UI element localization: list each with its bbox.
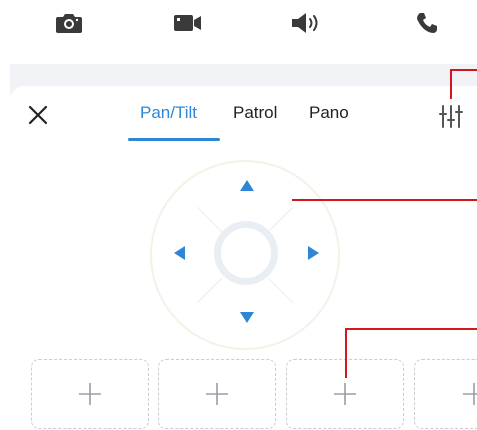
- callout-line-preset-h: [345, 328, 477, 330]
- plus-icon: [334, 383, 356, 405]
- speaker-icon[interactable]: [290, 10, 320, 36]
- joystick-center: [214, 221, 278, 285]
- preset-slot-4[interactable]: [414, 359, 477, 429]
- triangle-right-icon: [308, 246, 319, 260]
- video-icon[interactable]: [173, 10, 203, 36]
- plus-icon: [463, 383, 477, 405]
- callout-line-joystick: [292, 199, 477, 201]
- ptz-control-screen: Pan/Tilt Patrol Pano: [0, 0, 477, 430]
- tab-pano[interactable]: Pano: [309, 103, 349, 123]
- preset-slot-2[interactable]: [158, 359, 276, 429]
- arrow-down-button[interactable]: [237, 307, 257, 327]
- tab-patrol[interactable]: Patrol: [233, 103, 277, 123]
- arrow-right-button[interactable]: [303, 243, 323, 263]
- close-button[interactable]: [26, 103, 50, 127]
- settings-button[interactable]: [436, 102, 466, 130]
- sliders-icon: [439, 105, 463, 128]
- live-toolbar: [0, 0, 477, 50]
- triangle-up-icon: [240, 180, 254, 191]
- phone-icon[interactable]: [412, 10, 442, 36]
- callout-line-preset-v: [345, 328, 347, 378]
- close-icon: [28, 105, 48, 125]
- active-tab-indicator: [128, 138, 220, 141]
- triangle-down-icon: [240, 312, 254, 323]
- plus-icon: [206, 383, 228, 405]
- plus-icon: [79, 383, 101, 405]
- arrow-left-button[interactable]: [170, 243, 190, 263]
- arrow-up-button[interactable]: [237, 176, 257, 196]
- callout-line-settings-v: [450, 69, 452, 99]
- triangle-left-icon: [174, 246, 185, 260]
- callout-line-settings-h: [450, 69, 477, 71]
- preset-slot-1[interactable]: [31, 359, 149, 429]
- camera-icon[interactable]: [54, 10, 84, 36]
- tab-pan-tilt[interactable]: Pan/Tilt: [140, 103, 197, 123]
